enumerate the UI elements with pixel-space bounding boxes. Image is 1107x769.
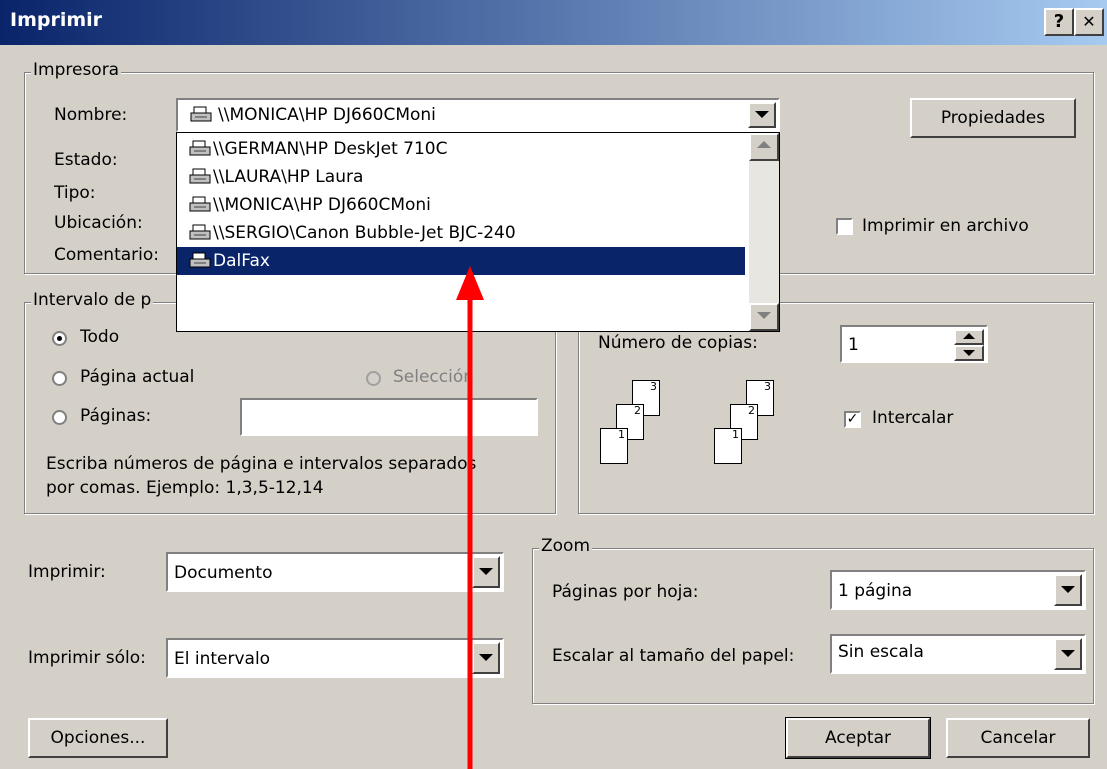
printer-type-label: Tipo: <box>54 183 96 203</box>
printer-list-item-label: DalFax <box>213 251 270 271</box>
printer-status-label: Estado: <box>54 150 118 170</box>
range-all-radio[interactable] <box>52 331 67 346</box>
close-button[interactable]: ✕ <box>1074 8 1104 36</box>
range-current-label[interactable]: Página actual <box>80 367 194 387</box>
page-range-group-label: Intervalo de p <box>31 290 154 310</box>
help-button[interactable]: ? <box>1044 8 1074 36</box>
copies-down-button[interactable] <box>954 345 984 361</box>
printer-icon <box>189 168 211 184</box>
range-all-label[interactable]: Todo <box>80 327 119 347</box>
printer-dropdown-button[interactable] <box>748 102 776 128</box>
scale-value: Sin escala <box>838 642 924 662</box>
range-pages-label[interactable]: Páginas: <box>80 406 151 426</box>
chevron-down-icon <box>963 350 975 356</box>
copies-count-label: Número de copias: <box>598 333 758 353</box>
printer-list-item-label: \\SERGIO\Canon Bubble-Jet BJC-240 <box>213 223 516 243</box>
ok-button[interactable]: Aceptar <box>785 717 931 759</box>
printer-icon <box>190 106 212 122</box>
range-hint-line2: por comas. Ejemplo: 1,3,5-12,14 <box>46 478 324 498</box>
collate-label[interactable]: Intercalar <box>872 408 953 428</box>
copies-count-input[interactable]: 1 <box>840 325 988 363</box>
printer-icon <box>189 252 211 268</box>
scroll-down-button[interactable] <box>749 303 779 331</box>
printer-list-item-label: \\MONICA\HP DJ660CMoni <box>213 195 431 215</box>
chevron-down-icon <box>1061 650 1075 657</box>
printer-comment-label: Comentario: <box>54 245 159 265</box>
range-selection-radio <box>366 371 381 386</box>
cancel-button[interactable]: Cancelar <box>946 718 1090 758</box>
printer-list-item-label: \\LAURA\HP Laura <box>213 167 364 187</box>
title-bar <box>0 0 1107 45</box>
printer-list-item[interactable]: \\LAURA\HP Laura <box>177 163 745 191</box>
print-what-label: Imprimir: <box>28 562 106 582</box>
window-title: Imprimir <box>10 9 103 31</box>
zoom-group-label: Zoom <box>539 536 593 556</box>
pages-per-sheet-combo[interactable]: 1 página <box>830 570 1086 610</box>
options-button[interactable]: Opciones... <box>28 718 168 758</box>
printer-name-label: Nombre: <box>54 105 128 125</box>
pages-per-sheet-dropdown-button[interactable] <box>1054 574 1082 606</box>
scale-label: Escalar al tamaño del papel: <box>552 646 795 666</box>
print-only-value: El intervalo <box>174 649 271 669</box>
properties-button[interactable]: Propiedades <box>910 98 1076 138</box>
print-what-value: Documento <box>174 563 273 583</box>
printer-group-label: Impresora <box>31 60 122 80</box>
range-pages-radio[interactable] <box>52 410 67 425</box>
chevron-up-icon <box>757 141 771 148</box>
printer-name-combo[interactable]: \\MONICA\HP DJ660CMoni <box>176 98 780 132</box>
printer-list-item[interactable]: \\MONICA\HP DJ660CMoni <box>177 191 745 219</box>
printer-list-item[interactable]: \\SERGIO\Canon Bubble-Jet BJC-240 <box>177 219 745 247</box>
copies-count-value: 1 <box>848 335 859 355</box>
print-to-file-label[interactable]: Imprimir en archivo <box>862 216 1029 236</box>
printer-name-value: \\MONICA\HP DJ660CMoni <box>218 105 436 125</box>
printer-location-label: Ubicación: <box>54 213 143 233</box>
chevron-down-icon <box>1061 586 1075 593</box>
chevron-down-icon <box>755 111 769 118</box>
print-to-file-checkbox[interactable] <box>836 218 853 235</box>
annotation-arrow <box>456 266 484 769</box>
printer-icon <box>189 224 211 240</box>
chevron-up-icon <box>963 333 975 339</box>
pages-per-sheet-value: 1 página <box>838 581 913 601</box>
scroll-up-button[interactable] <box>749 133 779 161</box>
print-only-label: Imprimir sólo: <box>28 648 146 668</box>
range-current-radio[interactable] <box>52 371 67 386</box>
scale-combo[interactable]: Sin escala <box>830 634 1086 674</box>
printer-icon <box>189 140 211 156</box>
copies-up-button[interactable] <box>954 329 984 345</box>
range-hint-line1: Escriba números de página e intervalos s… <box>46 454 477 474</box>
printer-list-item-label: \\GERMAN\HP DeskJet 710C <box>213 139 448 159</box>
chevron-down-icon <box>757 312 771 319</box>
printer-list-item[interactable]: \\GERMAN\HP DeskJet 710C <box>177 135 745 163</box>
printer-icon <box>189 196 211 212</box>
dropdown-scrollbar[interactable] <box>749 133 779 331</box>
collate-illustration-1: 3 2 1 <box>598 380 698 490</box>
scale-dropdown-button[interactable] <box>1054 638 1082 670</box>
collate-checkbox[interactable]: ✓ <box>844 411 861 428</box>
pages-per-sheet-label: Páginas por hoja: <box>552 582 699 602</box>
collate-illustration-2: 3 2 1 <box>712 380 812 490</box>
